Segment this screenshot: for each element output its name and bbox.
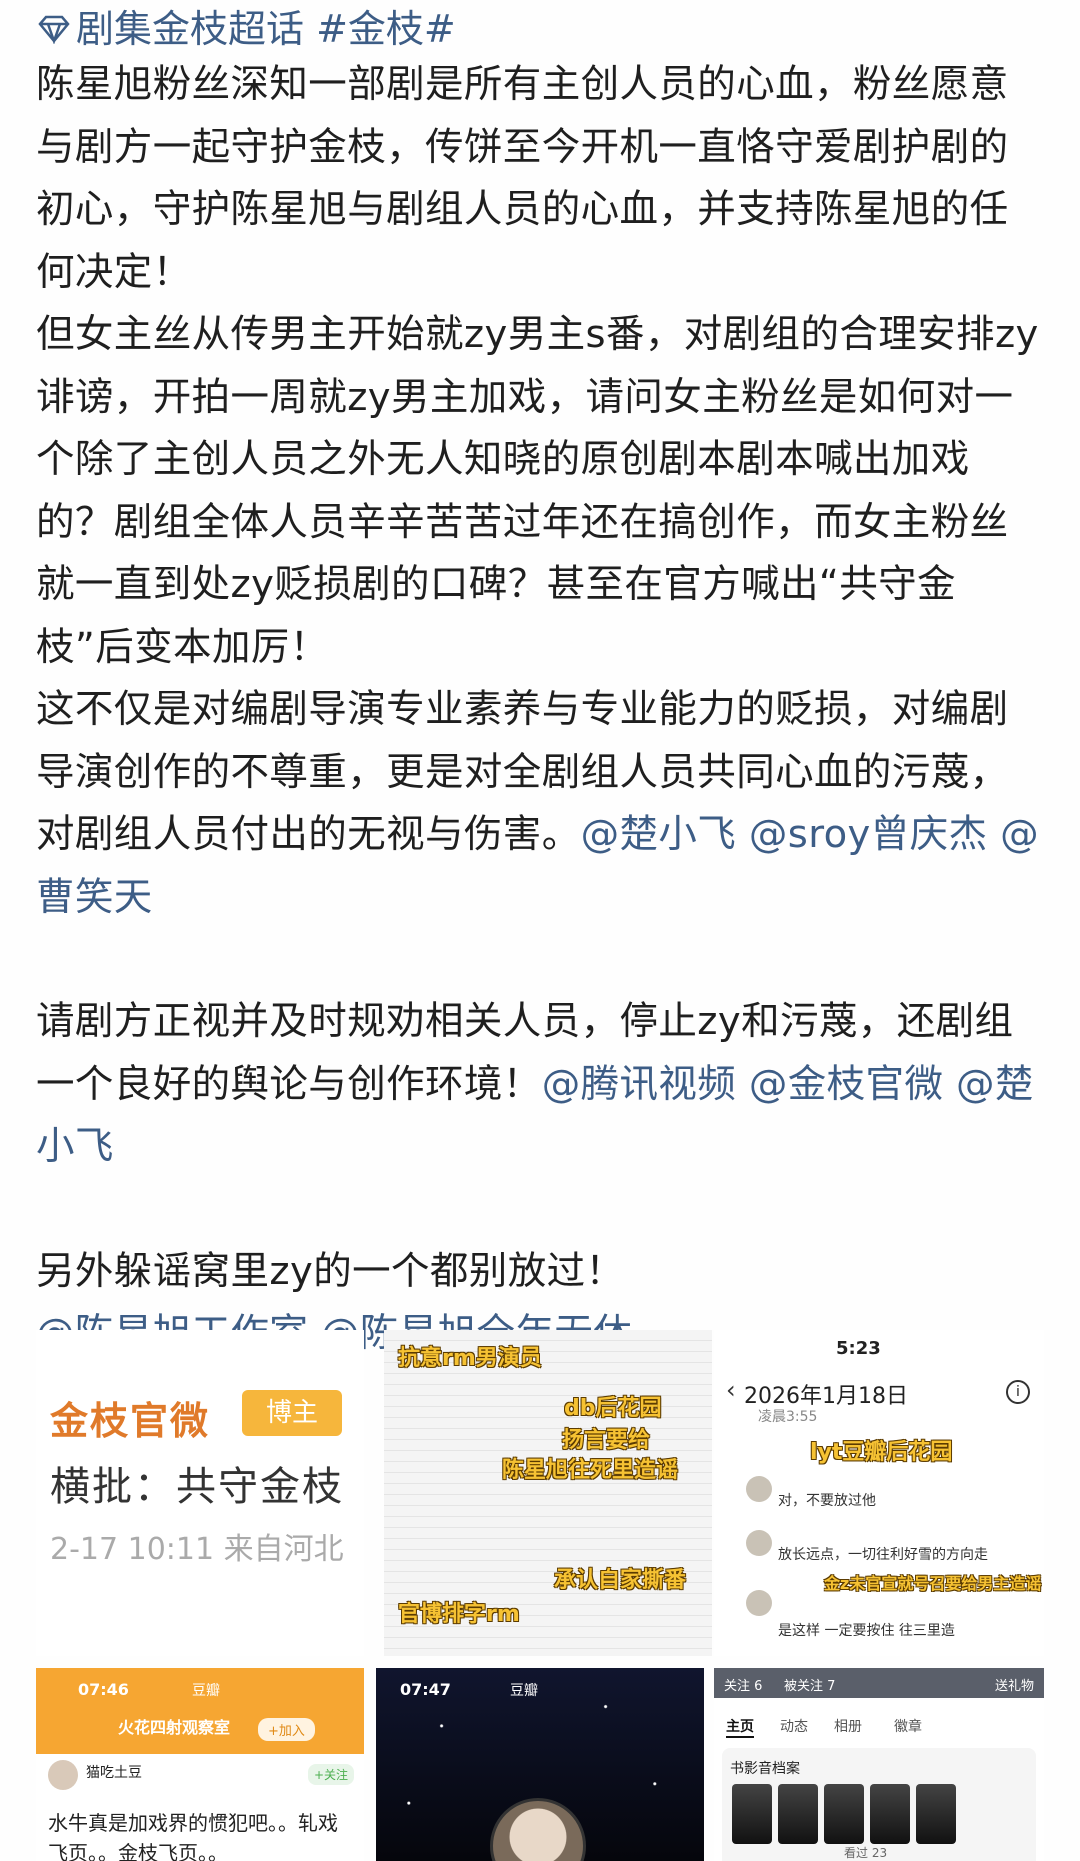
paragraph-2: 但女主丝从传男主开始就zy男主s番，对剧组的合理安排zy诽谤，开拍一周就zy男主… (36, 312, 1039, 670)
follow-button: +关注 (307, 1764, 354, 1785)
image-thumbnail[interactable]: 07:46 豆瓣 火花四射观察室 +加入 猫吃土豆 +关注 水牛真是加戏界的惯犯… (36, 1668, 364, 1861)
sticker-text: 官博排字rm (398, 1602, 520, 1627)
diamond-icon (38, 15, 70, 44)
paragraph-5-text: 另外躲谣窝里zy的一个都别放过！ (36, 1248, 625, 1294)
tab-badge: 徽章 (894, 1719, 922, 1735)
paragraph-4: 请剧方正视并及时规劝相关人员，停止zy和污蔑，还剧组一个良好的舆论与创作环境！@… (36, 991, 1046, 1179)
sticker-text: 抗意rm男演员 (398, 1346, 542, 1371)
info-icon: i (1006, 1380, 1030, 1404)
image-thumbnail[interactable]: 关注 6 被关注 7 送礼物 主页 动态 相册 徽章 书影音档案 看过 23 (714, 1668, 1044, 1861)
avatar (746, 1590, 772, 1616)
paragraph-3: 这不仅是对编剧导演专业素养与专业能力的贬损，对编剧导演创作的不尊重，更是对全剧组… (36, 679, 1046, 929)
reply-text: 放长远点，一切往利好雪的方向走 (778, 1547, 988, 1563)
avatar (48, 1760, 78, 1790)
status-bar: 5:23 (714, 1330, 1044, 1364)
poster-thumb (824, 1784, 864, 1844)
paragraph-1: 陈星旭粉丝深知一部剧是所有主创人员的心血，粉丝愿意与剧方一起守护金枝，传饼至今开… (36, 62, 1009, 295)
hashtag-link[interactable]: 剧集金枝超话 #金枝# (76, 4, 456, 54)
sticker-text: 金z未官宣就号召要给男主造谣 (824, 1574, 1042, 1593)
post-meta: 2-17 10:11 来自河北 (50, 1532, 344, 1567)
post-body: 剧集金枝超话 #金枝# 陈星旭粉丝深知一部剧是所有主创人员的心血，粉丝愿意与剧方… (36, 0, 1046, 1366)
poster-thumb (916, 1784, 956, 1844)
quote-text: 横批：共守金枝 (50, 1464, 344, 1510)
supertopic-header[interactable]: 剧集金枝超话 #金枝# (36, 4, 1046, 54)
reply-text: 对，不要放过他 (778, 1493, 876, 1509)
sticker-text: db后花园 (564, 1396, 662, 1421)
blogger-badge: 博主 (242, 1390, 342, 1436)
status-time: 5:23 (836, 1338, 881, 1359)
post-text: 水牛真是加戏界的惯犯吧。。轧戏飞页。。金枝飞页。。 (48, 1811, 338, 1861)
sticker-text: 承认自家撕番 (554, 1568, 687, 1593)
poster-thumb (732, 1784, 772, 1844)
group-name: 火花四射观察室 (118, 1718, 231, 1737)
archive-title: 书影音档案 (730, 1761, 800, 1777)
username: 猫吃土豆 (86, 1765, 142, 1781)
avatar (746, 1476, 772, 1502)
profile-topbar: 关注 6 被关注 7 送礼物 (714, 1668, 1044, 1698)
gift-button: 送礼物 (994, 1679, 1034, 1694)
reply-text: 是这样 一定要按住 往三里造 (778, 1623, 955, 1639)
image-thumbnail[interactable]: 5:23 ‹ 2026年1月18日 凌晨3:55 i lyt豆瓣后花园 对，不要… (714, 1330, 1044, 1656)
image-grid: 金枝官微 博主 横批：共守金枝 2-17 10:11 来自河北 抗意rm男演员 … (36, 1330, 1044, 1861)
back-icon: ‹ (726, 1376, 736, 1404)
sticker-text: 扬言要给 (562, 1428, 651, 1453)
seen-count: 看过 23 (844, 1846, 888, 1860)
image-thumbnail[interactable]: 抗意rm男演员 db后花园 扬言要给 陈星旭往死里造谣 承认自家撕番 官博排字r… (384, 1330, 712, 1656)
status-time: 07:47 (400, 1680, 451, 1699)
image-thumbnail[interactable]: 金枝官微 博主 横批：共守金枝 2-17 10:11 来自河北 (36, 1330, 364, 1656)
chat-subtime: 凌晨3:55 (758, 1409, 818, 1425)
followers-count: 被关注 7 (784, 1679, 836, 1694)
tab-album: 相册 (834, 1719, 862, 1735)
app-name: 豆瓣 (510, 1683, 538, 1699)
sticker-text: 陈星旭往死里造谣 (502, 1458, 679, 1483)
tab-feed: 动态 (780, 1719, 808, 1735)
poster-thumb (870, 1784, 910, 1844)
poster-thumb (778, 1784, 818, 1844)
status-time: 07:46 (78, 1680, 129, 1699)
account-name: 金枝官微 (50, 1399, 211, 1443)
tab-home: 主页 (726, 1716, 754, 1738)
sticker-text: lyt豆瓣后花园 (810, 1440, 953, 1465)
image-thumbnail[interactable]: 07:47 豆瓣 (376, 1668, 704, 1861)
avatar (746, 1530, 772, 1556)
join-button: +加入 (258, 1718, 315, 1741)
following-count: 关注 6 (724, 1679, 763, 1694)
app-name: 豆瓣 (192, 1683, 220, 1699)
